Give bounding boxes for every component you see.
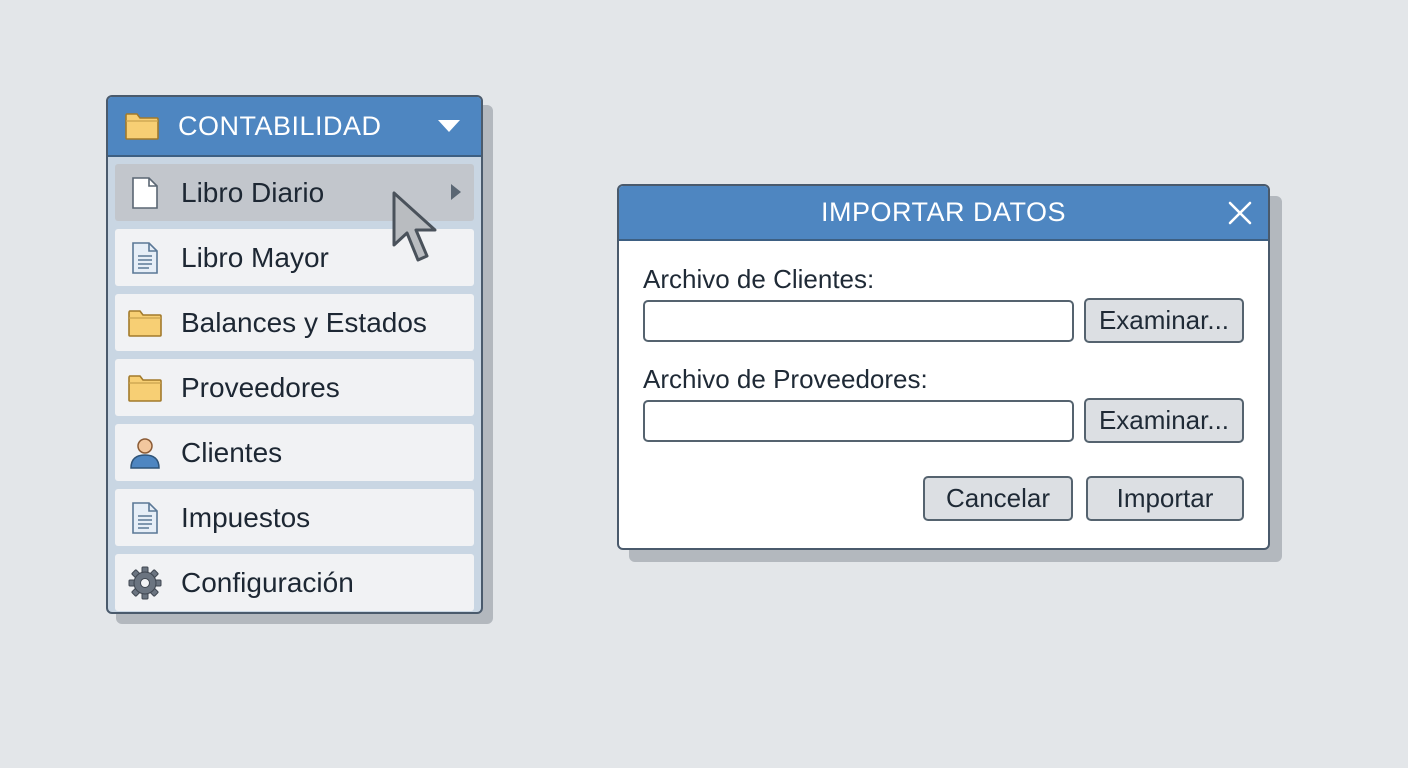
dialog-title-bar: IMPORTAR DATOS xyxy=(619,186,1268,241)
user-icon xyxy=(127,436,163,470)
gear-icon xyxy=(127,566,163,600)
folder-icon xyxy=(125,113,159,140)
menu-item-label: Configuración xyxy=(181,566,354,598)
desktop: CONTABILIDAD Libro Diario Libro Mayor Ba… xyxy=(0,0,1408,768)
text-document-icon xyxy=(127,501,163,535)
mouse-cursor-icon xyxy=(392,191,437,262)
clients-file-input[interactable] xyxy=(643,300,1074,342)
suppliers-file-label: Archivo de Proveedores: xyxy=(643,364,928,394)
menu-item-label: Impuestos xyxy=(181,501,311,533)
menu-item-label: Libro Mayor xyxy=(181,241,329,273)
menu-item-balances-y-estados[interactable]: Balances y Estados xyxy=(115,294,474,351)
menu-header[interactable]: CONTABILIDAD xyxy=(108,97,481,157)
menu-item-label: Clientes xyxy=(181,436,283,468)
menu-item-proveedores[interactable]: Proveedores xyxy=(115,359,474,416)
close-icon[interactable] xyxy=(1226,199,1254,227)
chevron-down-icon[interactable] xyxy=(437,119,461,133)
suppliers-file-input[interactable] xyxy=(643,400,1074,442)
text-document-icon xyxy=(127,241,163,275)
import-dialog: IMPORTAR DATOS Archivo de Clientes: Exam… xyxy=(617,184,1270,550)
cancel-button[interactable]: Cancelar xyxy=(923,476,1073,521)
menu-item-clientes[interactable]: Clientes xyxy=(115,424,474,481)
menu-item-label: Libro Diario xyxy=(181,176,325,208)
accounting-menu: CONTABILIDAD Libro Diario Libro Mayor Ba… xyxy=(106,95,483,614)
document-icon xyxy=(127,176,163,210)
menu-title: CONTABILIDAD xyxy=(178,110,382,141)
menu-item-label: Balances y Estados xyxy=(181,306,427,338)
menu-item-impuestos[interactable]: Impuestos xyxy=(115,489,474,546)
dialog-title: IMPORTAR DATOS xyxy=(820,197,1067,227)
chevron-right-icon xyxy=(451,184,461,200)
folder-icon xyxy=(127,306,163,340)
browse-suppliers-button[interactable]: Examinar... xyxy=(1084,398,1244,443)
browse-clients-button[interactable]: Examinar... xyxy=(1084,298,1244,343)
menu-item-configuracion[interactable]: Configuración xyxy=(115,554,474,611)
menu-item-label: Proveedores xyxy=(181,371,340,403)
import-button[interactable]: Importar xyxy=(1086,476,1244,521)
folder-icon xyxy=(127,371,163,405)
clients-file-label: Archivo de Clientes: xyxy=(643,264,875,294)
